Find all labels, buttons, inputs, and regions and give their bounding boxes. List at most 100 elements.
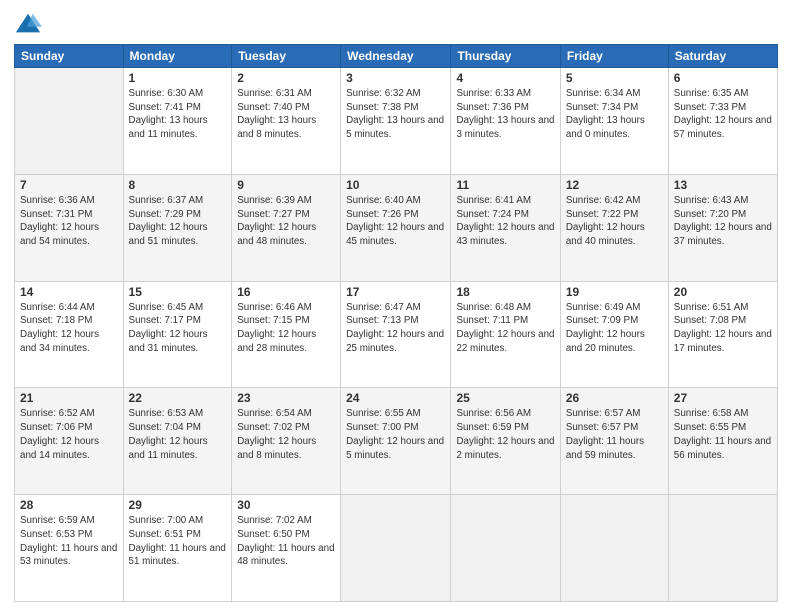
day-number: 4 <box>456 71 554 85</box>
day-number: 20 <box>674 285 772 299</box>
header-day: Wednesday <box>341 45 451 68</box>
cell-info: Sunrise: 6:48 AMSunset: 7:11 PMDaylight:… <box>456 301 554 356</box>
cell-info: Sunrise: 6:36 AMSunset: 7:31 PMDaylight:… <box>20 194 118 249</box>
cell-info: Sunrise: 7:02 AMSunset: 6:50 PMDaylight:… <box>237 514 335 569</box>
header-day: Monday <box>123 45 232 68</box>
cell-info: Sunrise: 6:55 AMSunset: 7:00 PMDaylight:… <box>346 407 445 462</box>
cell-info: Sunrise: 6:47 AMSunset: 7:13 PMDaylight:… <box>346 301 445 356</box>
calendar-cell <box>560 495 668 602</box>
calendar-table: SundayMondayTuesdayWednesdayThursdayFrid… <box>14 44 778 602</box>
day-number: 14 <box>20 285 118 299</box>
calendar-cell: 1 Sunrise: 6:30 AMSunset: 7:41 PMDaylight… <box>123 68 232 175</box>
day-number: 12 <box>566 178 663 192</box>
week-row: 1 Sunrise: 6:30 AMSunset: 7:41 PMDaylight… <box>15 68 778 175</box>
calendar-cell: 17 Sunrise: 6:47 AMSunset: 7:13 PMDayligh… <box>341 281 451 388</box>
day-number: 1 <box>129 71 227 85</box>
day-number: 29 <box>129 498 227 512</box>
calendar-cell: 26 Sunrise: 6:57 AMSunset: 6:57 PMDayligh… <box>560 388 668 495</box>
day-number: 10 <box>346 178 445 192</box>
day-number: 16 <box>237 285 335 299</box>
cell-info: Sunrise: 6:44 AMSunset: 7:18 PMDaylight:… <box>20 301 118 356</box>
day-number: 28 <box>20 498 118 512</box>
calendar-cell <box>668 495 777 602</box>
header <box>14 10 778 38</box>
cell-info: Sunrise: 6:57 AMSunset: 6:57 PMDaylight:… <box>566 407 663 462</box>
day-number: 9 <box>237 178 335 192</box>
day-number: 3 <box>346 71 445 85</box>
cell-info: Sunrise: 6:42 AMSunset: 7:22 PMDaylight:… <box>566 194 663 249</box>
calendar-cell: 7 Sunrise: 6:36 AMSunset: 7:31 PMDaylight… <box>15 174 124 281</box>
cell-info: Sunrise: 6:35 AMSunset: 7:33 PMDaylight:… <box>674 87 772 142</box>
calendar-cell: 20 Sunrise: 6:51 AMSunset: 7:08 PMDayligh… <box>668 281 777 388</box>
day-number: 13 <box>674 178 772 192</box>
calendar-cell: 3 Sunrise: 6:32 AMSunset: 7:38 PMDaylight… <box>341 68 451 175</box>
cell-info: Sunrise: 6:51 AMSunset: 7:08 PMDaylight:… <box>674 301 772 356</box>
week-row: 28 Sunrise: 6:59 AMSunset: 6:53 PMDayligh… <box>15 495 778 602</box>
day-number: 7 <box>20 178 118 192</box>
header-row: SundayMondayTuesdayWednesdayThursdayFrid… <box>15 45 778 68</box>
header-day: Saturday <box>668 45 777 68</box>
cell-info: Sunrise: 6:52 AMSunset: 7:06 PMDaylight:… <box>20 407 118 462</box>
calendar-cell: 18 Sunrise: 6:48 AMSunset: 7:11 PMDayligh… <box>451 281 560 388</box>
cell-info: Sunrise: 6:58 AMSunset: 6:55 PMDaylight:… <box>674 407 772 462</box>
calendar-cell: 13 Sunrise: 6:43 AMSunset: 7:20 PMDayligh… <box>668 174 777 281</box>
cell-info: Sunrise: 6:54 AMSunset: 7:02 PMDaylight:… <box>237 407 335 462</box>
cell-info: Sunrise: 6:31 AMSunset: 7:40 PMDaylight:… <box>237 87 335 142</box>
cell-info: Sunrise: 6:37 AMSunset: 7:29 PMDaylight:… <box>129 194 227 249</box>
day-number: 23 <box>237 391 335 405</box>
cell-info: Sunrise: 6:33 AMSunset: 7:36 PMDaylight:… <box>456 87 554 142</box>
day-number: 11 <box>456 178 554 192</box>
calendar-cell: 25Sunrise: 6:56 AMSunset: 6:59 PMDayligh… <box>451 388 560 495</box>
cell-info: Sunrise: 6:41 AMSunset: 7:24 PMDaylight:… <box>456 194 554 249</box>
calendar-cell: 22Sunrise: 6:53 AMSunset: 7:04 PMDayligh… <box>123 388 232 495</box>
calendar-cell: 27 Sunrise: 6:58 AMSunset: 6:55 PMDayligh… <box>668 388 777 495</box>
calendar-cell: 21 Sunrise: 6:52 AMSunset: 7:06 PMDayligh… <box>15 388 124 495</box>
week-row: 14 Sunrise: 6:44 AMSunset: 7:18 PMDayligh… <box>15 281 778 388</box>
cell-info: Sunrise: 6:30 AMSunset: 7:41 PMDaylight:… <box>129 87 227 142</box>
day-number: 18 <box>456 285 554 299</box>
header-day: Tuesday <box>232 45 341 68</box>
header-day: Sunday <box>15 45 124 68</box>
day-number: 26 <box>566 391 663 405</box>
cell-info: Sunrise: 6:56 AMSunset: 6:59 PMDaylight:… <box>456 407 554 462</box>
calendar-cell: 30Sunrise: 7:02 AMSunset: 6:50 PMDayligh… <box>232 495 341 602</box>
day-number: 21 <box>20 391 118 405</box>
calendar-cell: 16Sunrise: 6:46 AMSunset: 7:15 PMDayligh… <box>232 281 341 388</box>
week-row: 21 Sunrise: 6:52 AMSunset: 7:06 PMDayligh… <box>15 388 778 495</box>
cell-info: Sunrise: 6:34 AMSunset: 7:34 PMDaylight:… <box>566 87 663 142</box>
calendar-cell: 9 Sunrise: 6:39 AMSunset: 7:27 PMDaylight… <box>232 174 341 281</box>
week-row: 7 Sunrise: 6:36 AMSunset: 7:31 PMDaylight… <box>15 174 778 281</box>
day-number: 22 <box>129 391 227 405</box>
day-number: 17 <box>346 285 445 299</box>
cell-info: Sunrise: 6:59 AMSunset: 6:53 PMDaylight:… <box>20 514 118 569</box>
calendar-cell: 29 Sunrise: 7:00 AMSunset: 6:51 PMDayligh… <box>123 495 232 602</box>
header-day: Thursday <box>451 45 560 68</box>
day-number: 6 <box>674 71 772 85</box>
calendar-cell: 10Sunrise: 6:40 AMSunset: 7:26 PMDayligh… <box>341 174 451 281</box>
cell-info: Sunrise: 6:32 AMSunset: 7:38 PMDaylight:… <box>346 87 445 142</box>
calendar-cell: 11 Sunrise: 6:41 AMSunset: 7:24 PMDayligh… <box>451 174 560 281</box>
calendar-cell <box>341 495 451 602</box>
cell-info: Sunrise: 6:39 AMSunset: 7:27 PMDaylight:… <box>237 194 335 249</box>
day-number: 19 <box>566 285 663 299</box>
calendar-cell: 15Sunrise: 6:45 AMSunset: 7:17 PMDayligh… <box>123 281 232 388</box>
day-number: 27 <box>674 391 772 405</box>
calendar-cell <box>451 495 560 602</box>
cell-info: Sunrise: 7:00 AMSunset: 6:51 PMDaylight:… <box>129 514 227 569</box>
header-day: Friday <box>560 45 668 68</box>
cell-info: Sunrise: 6:43 AMSunset: 7:20 PMDaylight:… <box>674 194 772 249</box>
day-number: 5 <box>566 71 663 85</box>
calendar-cell: 23 Sunrise: 6:54 AMSunset: 7:02 PMDayligh… <box>232 388 341 495</box>
day-number: 8 <box>129 178 227 192</box>
calendar-cell: 4 Sunrise: 6:33 AMSunset: 7:36 PMDaylight… <box>451 68 560 175</box>
calendar-cell: 14 Sunrise: 6:44 AMSunset: 7:18 PMDayligh… <box>15 281 124 388</box>
day-number: 15 <box>129 285 227 299</box>
page: SundayMondayTuesdayWednesdayThursdayFrid… <box>0 0 792 612</box>
logo-icon <box>14 10 42 38</box>
calendar-cell: 19Sunrise: 6:49 AMSunset: 7:09 PMDayligh… <box>560 281 668 388</box>
calendar-cell: 28 Sunrise: 6:59 AMSunset: 6:53 PMDayligh… <box>15 495 124 602</box>
calendar-cell: 12 Sunrise: 6:42 AMSunset: 7:22 PMDayligh… <box>560 174 668 281</box>
calendar-cell: 8 Sunrise: 6:37 AMSunset: 7:29 PMDaylight… <box>123 174 232 281</box>
day-number: 24 <box>346 391 445 405</box>
calendar-cell: 2Sunrise: 6:31 AMSunset: 7:40 PMDaylight… <box>232 68 341 175</box>
